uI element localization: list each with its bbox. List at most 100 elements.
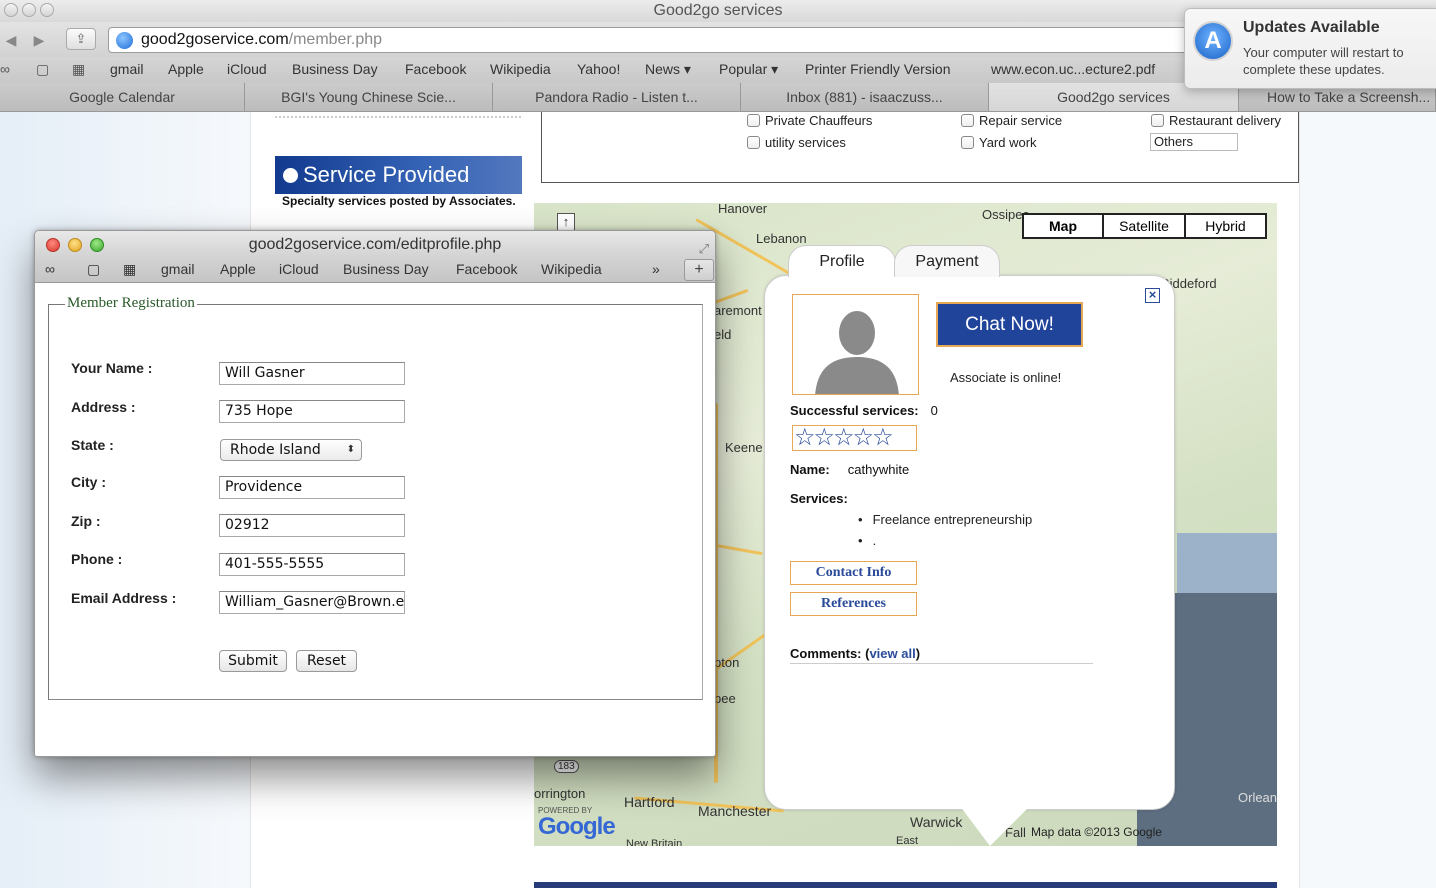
- checkbox-restaurant-delivery[interactable]: Restaurant delivery: [1151, 113, 1281, 128]
- checkbox-private-chauffeurs[interactable]: Private Chauffeurs: [747, 113, 872, 128]
- popup-title: good2goservice.com/editprofile.php: [248, 236, 502, 253]
- phone-input[interactable]: 401-555-5555: [219, 553, 405, 576]
- map-type-map-button[interactable]: Map: [1022, 213, 1104, 239]
- rating-stars[interactable]: ☆☆☆☆☆: [792, 425, 917, 451]
- bookmark-business-day[interactable]: Business Day: [343, 261, 429, 277]
- share-button[interactable]: ⇪: [66, 28, 96, 50]
- back-arrow-icon[interactable]: ◀: [0, 29, 22, 51]
- notification-body: Your computer will restart to complete t…: [1243, 45, 1404, 77]
- submit-button[interactable]: Submit: [219, 650, 287, 672]
- route-marker: 183: [554, 760, 579, 773]
- bookmark-wikipedia[interactable]: Wikipedia: [541, 261, 602, 277]
- references-button[interactable]: References: [790, 592, 917, 616]
- address-bar[interactable]: good2goservice.com/member.php: [108, 27, 1228, 53]
- popup-bookmarks-bar: ∞ ▢ ▦ gmail Apple iCloud Business Day Fa…: [35, 257, 715, 283]
- zoom-window-button[interactable]: [40, 3, 54, 17]
- service-checkbox-panel: Private Chauffeurs utility services Repa…: [541, 112, 1299, 183]
- pan-up-icon[interactable]: ↑: [557, 213, 575, 231]
- map-label: Lebanon: [756, 231, 807, 246]
- bookmark-yahoo[interactable]: Yahoo!: [577, 61, 620, 77]
- email-input[interactable]: William_Gasner@Brown.edu: [219, 591, 405, 614]
- bullet-dot-icon: [283, 168, 298, 183]
- window-title: Good2go services: [653, 2, 783, 19]
- address-label: Address :: [71, 399, 136, 415]
- tab-bgi[interactable]: BGI's Young Chinese Scie...: [245, 83, 493, 111]
- url-domain: good2goservice.com: [141, 31, 289, 48]
- list-item: Freelance entrepreneurship: [858, 509, 1033, 530]
- top-sites-grid-icon[interactable]: ▦: [72, 61, 85, 78]
- view-all-link[interactable]: view all: [869, 646, 915, 661]
- name-label: Your Name :: [71, 360, 153, 376]
- close-window-button[interactable]: [4, 3, 18, 17]
- reset-button[interactable]: Reset: [296, 650, 357, 672]
- bookmark-wikipedia[interactable]: Wikipedia: [490, 61, 551, 77]
- service-provided-heading: Service Provided: [275, 156, 522, 194]
- bookmark-gmail[interactable]: gmail: [110, 61, 143, 77]
- map-label: Hartford: [624, 794, 675, 810]
- contact-info-button[interactable]: Contact Info: [790, 561, 917, 585]
- popup-minimize-button[interactable]: [68, 238, 82, 252]
- more-bookmarks-icon[interactable]: »: [652, 261, 660, 277]
- fieldset-legend: Member Registration: [65, 295, 197, 312]
- updates-notification[interactable]: A Updates Available Your computer will r…: [1184, 8, 1436, 89]
- map-label: Hanover: [718, 203, 768, 216]
- phone-label: Phone :: [71, 551, 123, 567]
- bookmarks-book-icon[interactable]: ▢: [36, 61, 49, 78]
- map-copyright: Map data ©2013 Google: [1031, 825, 1162, 839]
- zip-input[interactable]: 02912: [219, 514, 405, 537]
- bookmark-facebook[interactable]: Facebook: [456, 261, 517, 277]
- tab-google-calendar[interactable]: Google Calendar: [0, 83, 245, 111]
- bookmark-gmail[interactable]: gmail: [161, 261, 194, 277]
- name-input[interactable]: Will Gasner: [219, 362, 405, 385]
- bookmark-news[interactable]: News ▾: [645, 61, 691, 78]
- map-label: Orlean: [1238, 790, 1277, 805]
- tab-payment[interactable]: Payment: [894, 245, 1000, 277]
- bookmark-apple[interactable]: Apple: [168, 61, 204, 77]
- new-tab-button[interactable]: +: [684, 259, 714, 281]
- checkbox-utility-services[interactable]: utility services: [747, 135, 846, 150]
- bookmark-icloud[interactable]: iCloud: [279, 261, 319, 277]
- checkbox-yard-work[interactable]: Yard work: [961, 135, 1037, 150]
- bookmark-icloud[interactable]: iCloud: [227, 61, 267, 77]
- map-type-satellite-button[interactable]: Satellite: [1102, 213, 1186, 239]
- bookmark-popular[interactable]: Popular ▾: [719, 61, 778, 78]
- bookmarks-book-icon[interactable]: ▢: [87, 261, 100, 278]
- online-status: Associate is online!: [950, 370, 1062, 385]
- chat-now-button[interactable]: Chat Now!: [936, 302, 1083, 347]
- checkbox-repair-service[interactable]: Repair service: [961, 113, 1062, 128]
- top-sites-grid-icon[interactable]: ▦: [123, 261, 136, 278]
- email-label: Email Address :: [71, 590, 177, 606]
- app-store-icon: A: [1193, 21, 1233, 61]
- forward-arrow-icon[interactable]: ▶: [28, 29, 50, 51]
- bookmark-apple[interactable]: Apple: [220, 261, 256, 277]
- service-subtitle: Specialty services posted by Associates.: [282, 194, 516, 208]
- map-label: Keene: [725, 440, 763, 455]
- others-input[interactable]: Others: [1150, 133, 1238, 151]
- bookmark-facebook[interactable]: Facebook: [405, 61, 466, 77]
- services-list: Freelance entrepreneurship .: [858, 509, 1033, 551]
- address-input[interactable]: 735 Hope: [219, 400, 405, 423]
- bookmark-business-day[interactable]: Business Day: [292, 61, 378, 77]
- minimize-window-button[interactable]: [22, 3, 36, 17]
- reading-list-icon[interactable]: ∞: [45, 261, 55, 277]
- map-label: pee: [714, 691, 736, 706]
- popup-zoom-button[interactable]: [90, 238, 104, 252]
- successful-services: Successful services: 0: [790, 403, 938, 418]
- map-label: Warwick: [910, 814, 963, 830]
- map-label: pton: [714, 655, 740, 670]
- city-input[interactable]: Providence: [219, 476, 405, 499]
- reading-list-icon[interactable]: ∞: [0, 61, 10, 77]
- dotted-divider: [275, 116, 521, 118]
- bookmark-printer-friendly[interactable]: Printer Friendly Version: [805, 61, 951, 77]
- bookmark-econ-pdf[interactable]: www.econ.uc...ecture2.pdf: [991, 61, 1155, 77]
- tab-pandora[interactable]: Pandora Radio - Listen t...: [493, 83, 741, 111]
- tab-inbox[interactable]: Inbox (881) - isaaczuss...: [741, 83, 989, 111]
- close-icon[interactable]: ×: [1145, 288, 1160, 303]
- popup-close-button[interactable]: [46, 238, 60, 252]
- map-type-hybrid-button[interactable]: Hybrid: [1184, 213, 1267, 239]
- comments-header: Comments: (view all): [790, 646, 1093, 664]
- state-select[interactable]: Rhode Island ⬍: [220, 439, 362, 461]
- google-logo: Google: [538, 813, 616, 840]
- map-label: eld: [714, 327, 732, 342]
- tab-profile[interactable]: Profile: [788, 245, 896, 277]
